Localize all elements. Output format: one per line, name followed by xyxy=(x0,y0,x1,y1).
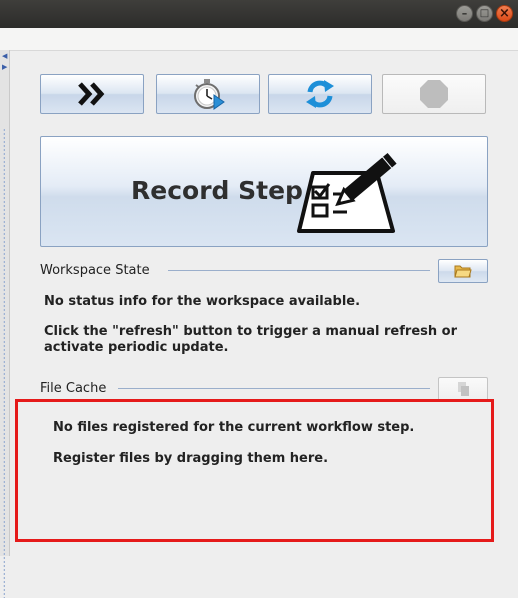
file-cache-hint-text: Register files by dragging them here. xyxy=(53,451,329,466)
refresh-button[interactable] xyxy=(268,74,372,114)
collapse-left-arrow-icon[interactable]: ◀ xyxy=(2,53,7,60)
folder-icon xyxy=(454,265,472,278)
workspace-state-title: Workspace State xyxy=(40,263,150,278)
expand-right-arrow-icon[interactable]: ▶ xyxy=(2,64,7,71)
file-cache-title: File Cache xyxy=(40,381,107,396)
workspace-hint-text-2: activate periodic update. xyxy=(44,340,229,355)
file-cache-divider xyxy=(118,388,430,389)
checklist-pencil-icon xyxy=(297,152,397,233)
workflow-panel: Record Step Workspace State No status in… xyxy=(10,51,518,556)
refresh-icon xyxy=(306,80,334,108)
stop-button[interactable] xyxy=(382,74,486,114)
workspace-hint-text-1: Click the "refresh" button to trigger a … xyxy=(44,324,457,339)
clear-cache-button[interactable] xyxy=(438,377,488,401)
timer-button[interactable] xyxy=(156,74,260,114)
window-top-strip xyxy=(0,28,518,51)
splitter-grip xyxy=(3,128,5,598)
files-stack-icon xyxy=(458,382,469,396)
file-drop-zone[interactable]: No files registered for the current work… xyxy=(15,399,494,542)
maximize-icon: □ xyxy=(479,7,490,19)
close-icon: × xyxy=(499,6,510,21)
window-titlebar: – □ × xyxy=(0,0,518,28)
file-cache-empty-text: No files registered for the current work… xyxy=(53,420,415,435)
minimize-button[interactable]: – xyxy=(456,5,473,22)
stop-octagon-icon xyxy=(420,80,448,108)
maximize-button[interactable]: □ xyxy=(476,5,493,22)
open-workspace-button[interactable] xyxy=(438,259,488,283)
record-step-button[interactable]: Record Step xyxy=(40,136,488,247)
split-pane-divider[interactable]: ◀ ▶ xyxy=(0,50,10,598)
fast-forward-icon xyxy=(78,82,105,106)
fast-forward-button[interactable] xyxy=(40,74,144,114)
close-button[interactable]: × xyxy=(496,5,513,22)
minimize-icon: – xyxy=(461,7,468,20)
stopwatch-icon xyxy=(194,79,225,110)
workspace-status-text: No status info for the workspace availab… xyxy=(44,294,361,309)
workspace-divider xyxy=(168,270,430,271)
record-step-label: Record Step xyxy=(131,176,303,205)
